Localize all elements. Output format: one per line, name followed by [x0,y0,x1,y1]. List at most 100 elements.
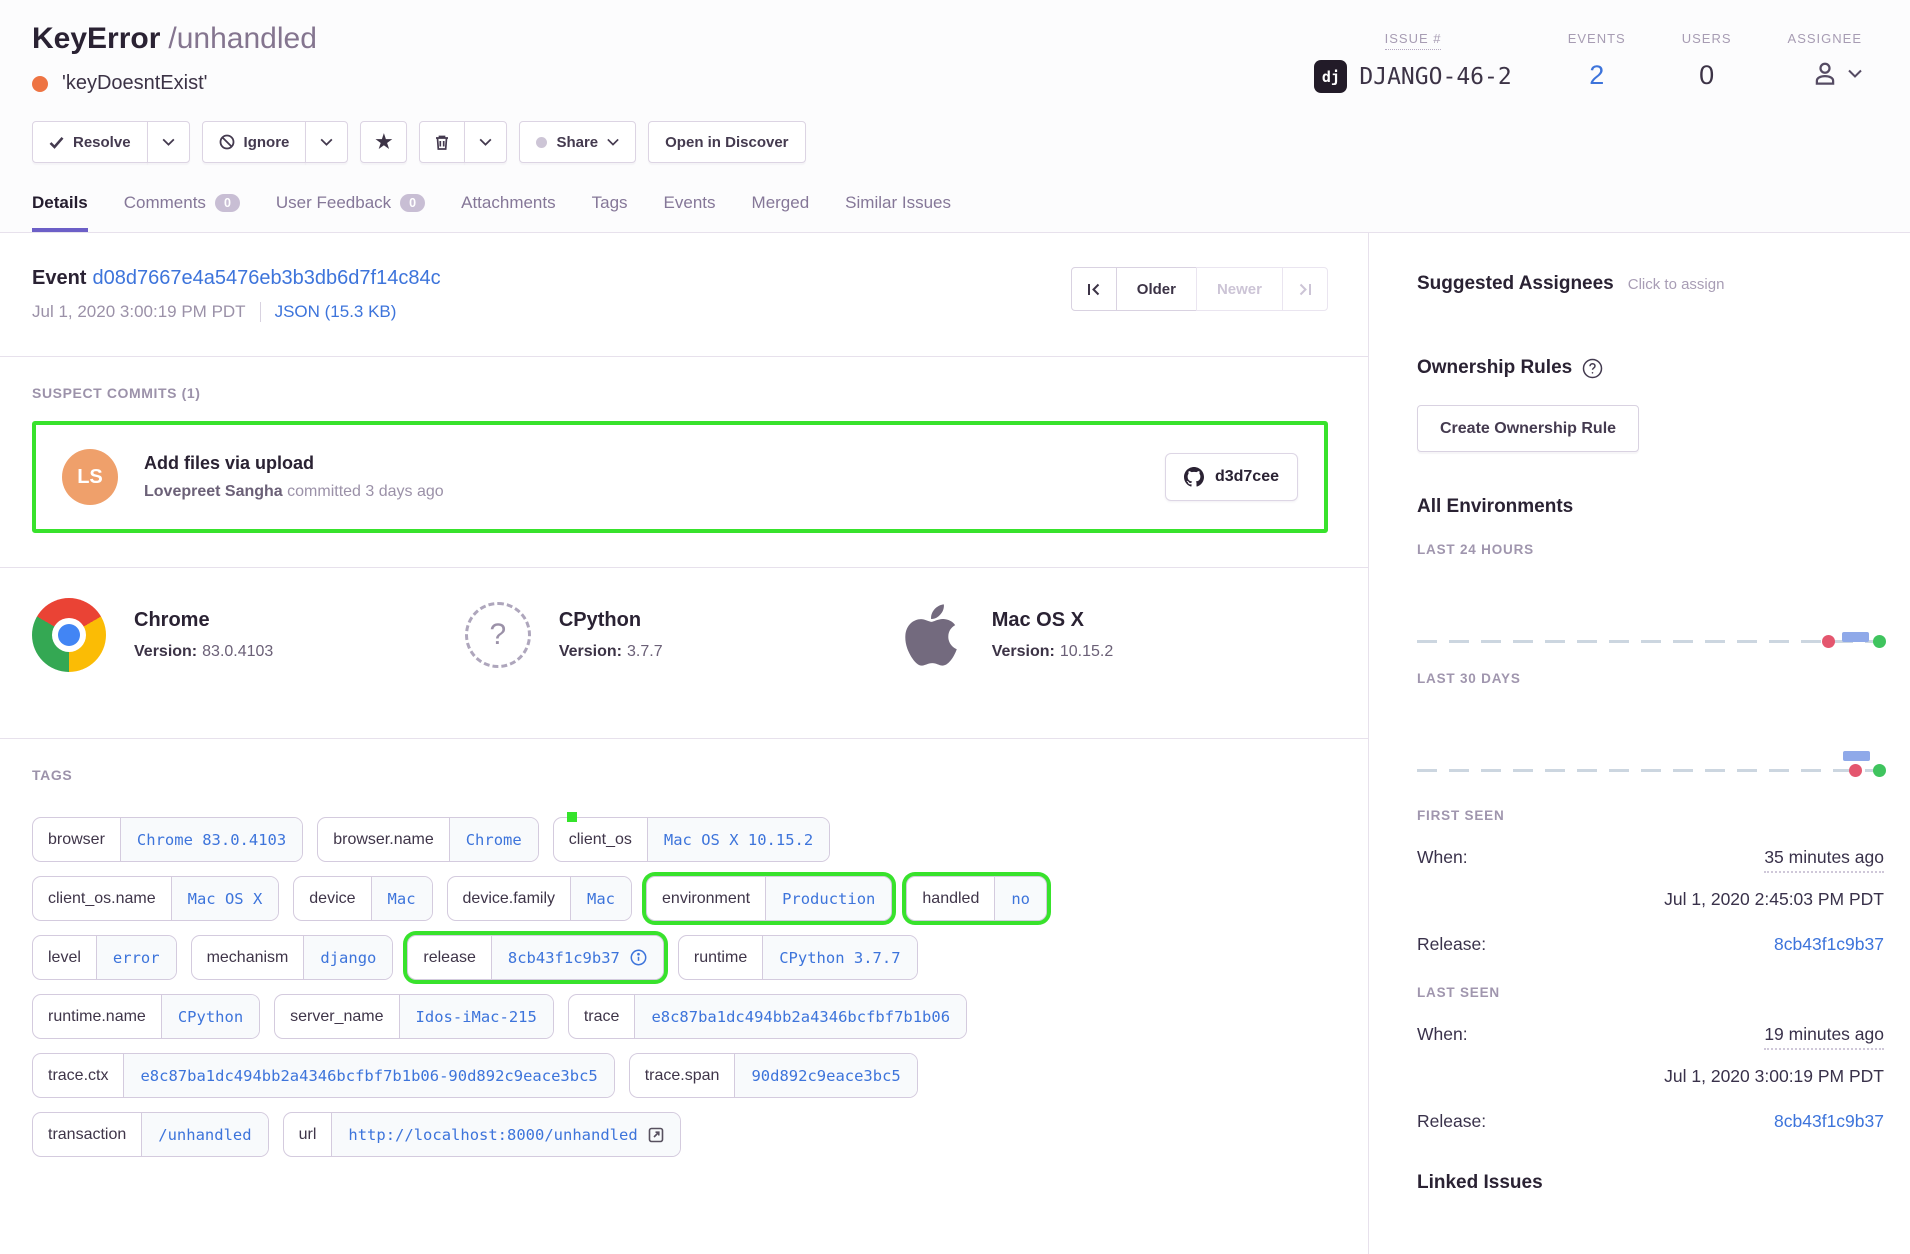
issue-number-label[interactable]: ISSUE # [1385,31,1442,50]
tag-key[interactable]: environment [647,877,766,920]
event-header: Eventd08d7667e4a5476eb3b3db6d7f14c84c Ju… [32,267,1328,322]
commit-info: Add files via upload Lovepreet Sangha co… [144,453,444,501]
events-count-link[interactable]: 2 [1589,60,1604,91]
tag-key[interactable]: handled [907,877,995,920]
tag-value-link[interactable]: no [995,877,1046,920]
first-seen-when-row: When: 35 minutes ago [1417,847,1884,873]
open-in-discover-button[interactable]: Open in Discover [648,121,805,163]
tag-runtime-name: runtime.name CPython [32,994,260,1039]
tag-value-link[interactable]: Production [766,877,891,920]
tags-heading: TAGS [32,767,1328,783]
commit-sha-button[interactable]: d3d7cee [1165,453,1298,501]
share-status-dot-icon [536,137,547,148]
tag-key[interactable]: device [294,877,371,920]
tab-details[interactable]: Details [32,193,88,232]
last-seen-label: LAST SEEN [1417,985,1884,1000]
tag-value-link[interactable]: http://localhost:8000/unhandled [332,1113,679,1156]
tag-value-link[interactable]: Idos-iMac-215 [400,995,553,1038]
star-icon: ★ [375,131,392,154]
resolve-button[interactable]: Resolve [32,121,148,163]
tag-value-link[interactable]: e8c87ba1dc494bb2a4346bcfbf7b1b06-90d892c… [124,1054,613,1097]
tag-key[interactable]: transaction [33,1113,142,1156]
delete-dropdown-button[interactable] [464,121,507,163]
tag-value-link[interactable]: CPython [162,995,259,1038]
tab-attachments[interactable]: Attachments [461,193,556,232]
tag-value-link[interactable]: Mac OS X [172,877,279,920]
tag-key[interactable]: mechanism [192,936,305,979]
tag-release: release 8cb43f1c9b37 [407,935,663,980]
tag-value-link[interactable]: Mac [372,877,432,920]
tag-value-link[interactable]: error [97,936,176,979]
tag-key[interactable]: level [33,936,97,979]
tag-value-link[interactable]: django [304,936,392,979]
tab-merged[interactable]: Merged [752,193,810,232]
question-circle-icon[interactable] [1582,358,1603,379]
event-meta: Jul 1, 2020 3:00:19 PM PDT JSON (15.3 KB… [32,302,441,322]
resolve-dropdown-button[interactable] [147,121,190,163]
tag-value-link[interactable]: e8c87ba1dc494bb2a4346bcfbf7b1b06 [635,995,966,1038]
share-button[interactable]: Share [519,121,636,163]
event-id-link[interactable]: d08d7667e4a5476eb3b3db6d7f14c84c [92,267,440,289]
context-text: Chrome Version:83.0.4103 [134,609,273,661]
tag-value-link[interactable]: 8cb43f1c9b37 [492,936,663,979]
tag-key[interactable]: client_os.name [33,877,172,920]
tag-key[interactable]: trace.span [630,1054,736,1097]
events-label: EVENTS [1568,31,1626,46]
tab-events[interactable]: Events [664,193,716,232]
tag-value-link[interactable]: Mac [571,877,631,920]
tag-key[interactable]: runtime.name [33,995,162,1038]
tag-key[interactable]: client_os [554,818,648,861]
create-ownership-rule-button[interactable]: Create Ownership Rule [1417,405,1639,452]
person-icon [1810,58,1840,88]
tag-key[interactable]: trace.ctx [33,1054,124,1097]
header-stats: ISSUE # dj DJANGO-46-2 EVENTS 2 USERS 0 … [1314,22,1870,95]
newest-event-button[interactable] [1282,267,1328,311]
issue-number-value: dj DJANGO-46-2 [1314,60,1511,93]
ignore-button[interactable]: Ignore [202,121,307,163]
newer-event-button[interactable]: Newer [1196,267,1283,311]
tab-tags[interactable]: Tags [592,193,628,232]
info-icon[interactable] [630,949,647,966]
oldest-event-button[interactable] [1071,267,1117,311]
tag-key[interactable]: browser [33,818,121,861]
tag-value-link[interactable]: Chrome 83.0.4103 [121,818,302,861]
trash-icon [434,134,450,151]
tag-client-os-name: client_os.name Mac OS X [32,876,279,921]
tag-row: runtime.name CPython server_name Idos-iM… [32,994,1328,1039]
annotation-dot [567,812,577,822]
tab-comments[interactable]: Comments0 [124,193,240,232]
event-json-link[interactable]: JSON (15.3 KB) [275,302,397,322]
tag-key[interactable]: server_name [275,995,399,1038]
tag-value-link[interactable]: /unhandled [142,1113,267,1156]
ignore-dropdown-button[interactable] [305,121,348,163]
tag-value-link[interactable]: CPython 3.7.7 [763,936,916,979]
external-link-icon[interactable] [648,1127,664,1143]
last-seen-relative-time[interactable]: 19 minutes ago [1764,1024,1884,1050]
ignore-button-group: Ignore [202,121,349,163]
tag-trace: trace e8c87ba1dc494bb2a4346bcfbf7b1b06 [568,994,967,1039]
tag-key[interactable]: url [284,1113,333,1156]
older-event-button[interactable]: Older [1116,267,1197,311]
tag-key[interactable]: device.family [448,877,571,920]
tab-user-feedback[interactable]: User Feedback0 [276,193,425,232]
tag-value-link[interactable]: Mac OS X 10.15.2 [648,818,829,861]
tag-trace-ctx: trace.ctx e8c87ba1dc494bb2a4346bcfbf7b1b… [32,1053,615,1098]
tab-similar-issues[interactable]: Similar Issues [845,193,951,232]
first-seen-relative-time[interactable]: 35 minutes ago [1764,847,1884,873]
bookmark-star-button[interactable]: ★ [360,121,407,163]
delete-button[interactable] [419,121,465,163]
tag-transaction: transaction /unhandled [32,1112,269,1157]
assignee-dropdown[interactable] [1788,58,1862,88]
tag-value-link[interactable]: 90d892c9eace3bc5 [735,1054,916,1097]
tag-key[interactable]: runtime [679,936,763,979]
tag-key[interactable]: release [408,936,491,979]
tag-key[interactable]: trace [569,995,636,1038]
tag-value-link[interactable]: Chrome [450,818,538,861]
last-seen-release-link[interactable]: 8cb43f1c9b37 [1774,1111,1884,1132]
tag-key[interactable]: browser.name [318,818,450,861]
last-seen-when-row: When: 19 minutes ago [1417,1024,1884,1050]
commit-message: Add files via upload [144,453,444,474]
tag-runtime: runtime CPython 3.7.7 [678,935,918,980]
first-seen-release-link[interactable]: 8cb43f1c9b37 [1774,934,1884,955]
event-pagination: Older Newer [1071,267,1328,311]
